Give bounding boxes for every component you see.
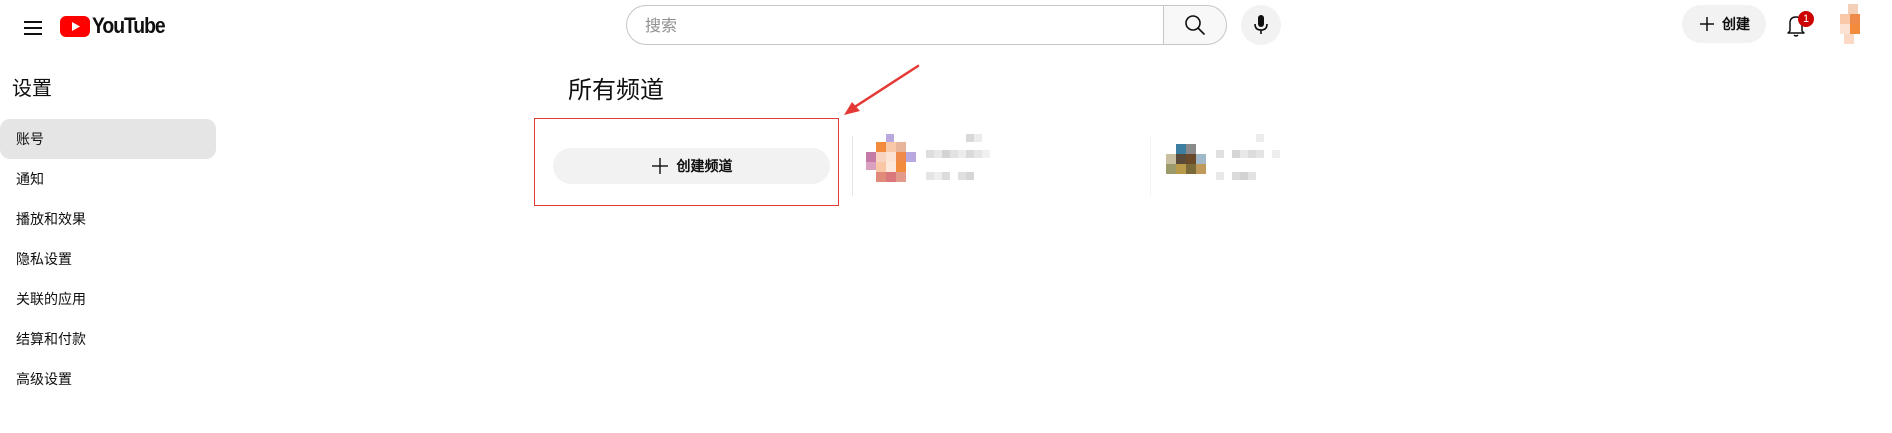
create-channel-button[interactable]: 创建频道: [553, 148, 830, 184]
settings-title: 设置: [12, 76, 52, 100]
channel-info-pixelated: [926, 134, 990, 180]
create-button[interactable]: 创建: [1682, 5, 1766, 43]
mic-icon: [1254, 15, 1268, 34]
channel-card[interactable]: [866, 132, 1016, 188]
youtube-play-icon: [60, 15, 90, 37]
sidebar-item-label: 通知: [16, 172, 44, 188]
menu-button[interactable]: [10, 8, 50, 48]
notification-badge: 1: [1798, 11, 1814, 27]
search-input[interactable]: [643, 14, 1163, 36]
page-title: 所有频道: [568, 76, 664, 104]
card-divider: [1150, 136, 1151, 196]
search-box[interactable]: [626, 5, 1163, 45]
channel-card[interactable]: [1166, 132, 1316, 188]
logo-text: YouTube: [92, 13, 166, 38]
youtube-logo[interactable]: YouTube: [60, 13, 174, 39]
annotation-arrow-icon: [844, 64, 920, 115]
card-divider: [852, 136, 853, 196]
account-avatar[interactable]: [1836, 4, 1868, 44]
menu-icon: [24, 21, 42, 23]
plus-icon: [651, 158, 668, 174]
create-channel-label: 创建频道: [676, 159, 733, 175]
sidebar-item-label: 关联的应用: [16, 292, 86, 308]
plus-icon: [1700, 17, 1714, 31]
sidebar-item-label: 结算和付款: [16, 332, 86, 348]
sidebar-item-label: 隐私设置: [16, 252, 72, 268]
create-label: 创建: [1722, 17, 1750, 33]
sidebar-item-advanced[interactable]: 高级设置: [0, 359, 216, 399]
channel-info-pixelated: [1216, 134, 1280, 180]
sidebar-item-privacy[interactable]: 隐私设置: [0, 239, 216, 279]
sidebar-item-label: 高级设置: [16, 372, 72, 388]
sidebar-item-connected-apps[interactable]: 关联的应用: [0, 279, 216, 319]
search-button[interactable]: [1163, 5, 1227, 45]
search-icon: [1185, 15, 1205, 35]
channel-avatar: [866, 134, 916, 182]
sidebar-item-account[interactable]: 账号: [0, 119, 216, 159]
sidebar-item-playback[interactable]: 播放和效果: [0, 199, 216, 239]
sidebar-item-label: 账号: [16, 132, 44, 148]
voice-search-button[interactable]: [1241, 5, 1281, 45]
sidebar-item-billing[interactable]: 结算和付款: [0, 319, 216, 359]
sidebar-item-notifications[interactable]: 通知: [0, 159, 216, 199]
sidebar-item-label: 播放和效果: [16, 212, 86, 228]
avatar-image: [1840, 4, 1860, 44]
channel-avatar: [1166, 144, 1206, 174]
